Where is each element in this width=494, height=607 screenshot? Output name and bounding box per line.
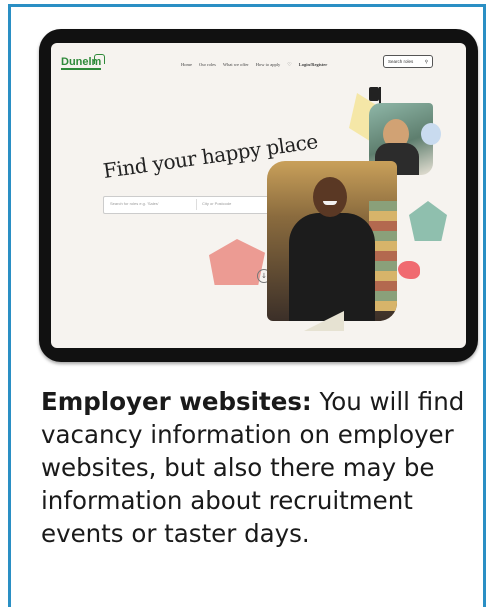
nav-link-login: Login/Register [298,62,328,67]
site-nav: Dunelm Home Our roles What we offer How … [51,43,466,83]
lamp-icon [369,87,379,101]
nav-links: Home Our roles What we offer How to appl… [181,62,327,68]
keyword-field: Search for roles e.g. 'Sales' [110,201,159,206]
caption-heading: Employer websites: [41,387,312,416]
nav-link-home: Home [181,62,192,67]
logo-mark [94,54,105,64]
hero-photo [267,161,397,321]
divider [196,199,197,210]
tablet-image: Dunelm Home Our roles What we offer How … [39,29,478,362]
caption: Employer websites: You will find vacancy… [41,385,481,550]
search-roles-label: Search roles [388,59,414,64]
decorative-shape [421,123,441,145]
search-roles-button: Search roles ⚲ [383,55,433,68]
website-screenshot: Dunelm Home Our roles What we offer How … [51,43,466,348]
nav-link-offer: What we offer [222,62,249,67]
decorative-shape [398,261,420,279]
person-body [289,213,375,321]
heart-icon: ♡ [287,63,292,68]
person-smile [323,201,337,205]
search-icon: ⚲ [424,58,428,64]
info-card: Dunelm Home Our roles What we offer How … [8,4,486,607]
nav-link-apply: How to apply [255,62,281,67]
decorative-shape [409,201,447,241]
nav-link-roles: Our roles [199,62,216,67]
person-head [313,177,347,217]
location-field: City or Postcode [202,201,232,206]
